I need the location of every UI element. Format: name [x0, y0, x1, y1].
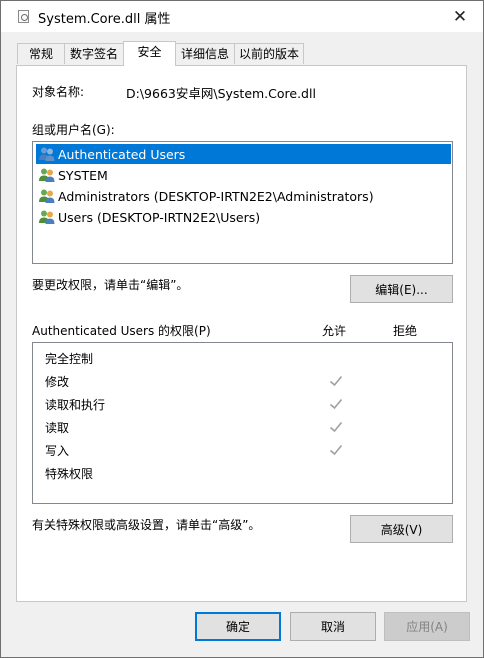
groups-label: 组或用户名(G):: [32, 123, 115, 137]
list-item-authenticated-users[interactable]: Authenticated Users: [36, 144, 451, 164]
tab-security[interactable]: 安全: [123, 41, 176, 66]
list-item-system[interactable]: SYSTEM: [36, 165, 108, 185]
users-icon: [39, 210, 55, 224]
cancel-button[interactable]: 取消: [290, 612, 376, 641]
list-item-label: Administrators (DESKTOP-IRTN2E2\Administ…: [58, 188, 374, 204]
file-icon: [18, 10, 29, 23]
list-item-label: Authenticated Users: [58, 146, 186, 162]
allow-check-icon: [329, 375, 343, 387]
tab-previous-versions[interactable]: 以前的版本: [234, 43, 304, 64]
deny-column-header: 拒绝: [393, 324, 418, 338]
close-icon: ✕: [452, 6, 468, 27]
advanced-button[interactable]: 高级(V): [350, 515, 453, 543]
list-item-label: Users (DESKTOP-IRTN2E2\Users): [58, 209, 261, 225]
permission-read: 读取: [45, 421, 70, 435]
title-bar: System.Core.dll 属性 ✕: [1, 1, 483, 32]
permission-special: 特殊权限: [45, 467, 94, 481]
allow-check-icon: [329, 444, 343, 456]
object-name-label: 对象名称:: [32, 85, 85, 99]
users-icon: [39, 147, 55, 161]
allow-check-icon: [329, 421, 343, 433]
permission-read-execute: 读取和执行: [45, 398, 106, 412]
allow-column-header: 允许: [322, 324, 347, 338]
permissions-header: Authenticated Users 的权限(P): [32, 324, 211, 338]
users-icon: [39, 168, 55, 182]
users-icon: [39, 189, 55, 203]
allow-check-icon: [329, 398, 343, 410]
list-item-users[interactable]: Users (DESKTOP-IRTN2E2\Users): [36, 207, 260, 227]
ok-button[interactable]: 确定: [195, 612, 281, 641]
object-name-value: D:\9663安卓网\System.Core.dll: [126, 86, 316, 101]
apply-button[interactable]: 应用(A): [384, 612, 470, 641]
properties-window: System.Core.dll 属性 ✕ 常规 数字签名 安全 详细信息 以前的…: [0, 0, 484, 658]
permission-modify: 修改: [45, 375, 70, 389]
advanced-hint: 有关特殊权限或高级设置，请单击“高级”。: [32, 518, 261, 532]
tab-general[interactable]: 常规: [17, 43, 65, 64]
list-item-label: SYSTEM: [58, 167, 108, 183]
edit-hint: 要更改权限，请单击“编辑”。: [32, 278, 189, 292]
close-button[interactable]: ✕: [437, 1, 483, 32]
permission-full-control: 完全控制: [45, 352, 94, 366]
permission-write: 写入: [45, 444, 70, 458]
edit-button[interactable]: 编辑(E)...: [350, 275, 453, 303]
list-item-administrators[interactable]: Administrators (DESKTOP-IRTN2E2\Administ…: [36, 186, 374, 206]
tab-details[interactable]: 详细信息: [175, 43, 235, 64]
groups-listbox[interactable]: Authenticated Users SYSTEM Administrator…: [32, 141, 453, 264]
tab-digital-signatures[interactable]: 数字签名: [64, 43, 124, 64]
permissions-list: 完全控制 修改 读取和执行 读取 写入 特殊权限: [32, 342, 453, 504]
window-title: System.Core.dll 属性: [38, 12, 171, 27]
